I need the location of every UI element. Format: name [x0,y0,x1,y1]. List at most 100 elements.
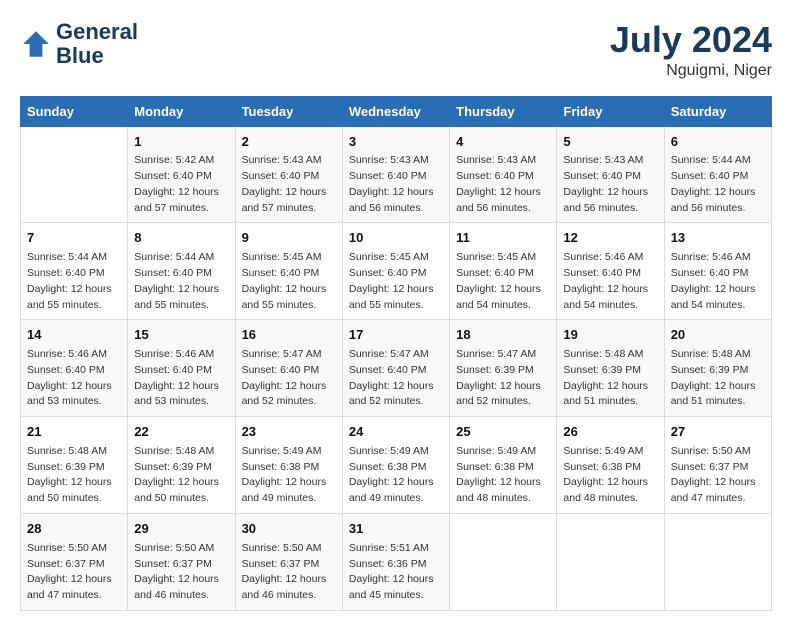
day-number: 23 [242,423,336,442]
calendar-cell: 6Sunrise: 5:44 AM Sunset: 6:40 PM Daylig… [664,126,771,223]
day-number: 21 [27,423,121,442]
day-number: 8 [134,229,228,248]
calendar-cell: 23 Sunrise: 5:49 AM Sunset: 6:38 PM Dayli… [235,417,342,514]
column-header-wednesday: Wednesday [342,96,449,126]
day-number: 26 [563,423,657,442]
day-number: 10 [349,229,443,248]
day-info: Sunrise: 5:50 AM Sunset: 6:37 PM Dayligh… [242,541,336,604]
calendar-cell: 1Sunrise: 5:42 AM Sunset: 6:40 PM Daylig… [128,126,235,223]
calendar-cell [21,126,128,223]
title-block: July 2024 Nguigmi, Niger [610,20,772,80]
column-header-monday: Monday [128,96,235,126]
calendar-cell: 18 Sunrise: 5:47 AM Sunset: 6:39 PM Dayli… [450,320,557,417]
calendar-cell: 31 Sunrise: 5:51 AM Sunset: 6:36 PM Dayli… [342,513,449,610]
day-number: 19 [563,326,657,345]
day-number: 31 [349,520,443,539]
day-number: 9 [242,229,336,248]
day-number: 1 [134,133,228,152]
day-number: 14 [27,326,121,345]
calendar-cell [450,513,557,610]
calendar-cell: 2Sunrise: 5:43 AM Sunset: 6:40 PM Daylig… [235,126,342,223]
column-header-friday: Friday [557,96,664,126]
day-info: Sunrise: 5:48 AM Sunset: 6:39 PM Dayligh… [563,347,657,410]
day-info: Sunrise: 5:43 AM Sunset: 6:40 PM Dayligh… [456,153,550,216]
day-info: Sunrise: 5:44 AM Sunset: 6:40 PM Dayligh… [671,153,765,216]
day-number: 22 [134,423,228,442]
day-info: Sunrise: 5:49 AM Sunset: 6:38 PM Dayligh… [563,444,657,507]
calendar-cell: 9 Sunrise: 5:45 AM Sunset: 6:40 PM Daylig… [235,223,342,320]
week-row-3: 14 Sunrise: 5:46 AM Sunset: 6:40 PM Dayli… [21,320,772,417]
calendar-cell: 3Sunrise: 5:43 AM Sunset: 6:40 PM Daylig… [342,126,449,223]
week-row-5: 28 Sunrise: 5:50 AM Sunset: 6:37 PM Dayli… [21,513,772,610]
calendar-cell: 29 Sunrise: 5:50 AM Sunset: 6:37 PM Dayli… [128,513,235,610]
calendar-cell: 21Sunrise: 5:48 AM Sunset: 6:39 PM Dayli… [21,417,128,514]
week-row-4: 21 Sunrise: 5:48 AM Sunset: 6:39 PM Dayli… [21,417,772,514]
day-info: Sunrise: 5:44 AM Sunset: 6:40 PM Dayligh… [134,250,228,313]
day-info: Sunrise: 5:46 AM Sunset: 6:40 PM Dayligh… [134,347,228,410]
day-info: Sunrise: 5:44 AM Sunset: 6:40 PM Dayligh… [27,250,121,313]
day-info: Sunrise: 5:46 AM Sunset: 6:40 PM Dayligh… [27,347,121,410]
location: Nguigmi, Niger [610,62,772,80]
day-info: Sunrise: 5:47 AM Sunset: 6:40 PM Dayligh… [242,347,336,410]
day-number: 29 [134,520,228,539]
logo-text: General Blue [56,20,138,68]
day-info: Sunrise: 5:48 AM Sunset: 6:39 PM Dayligh… [134,444,228,507]
day-info: Sunrise: 5:49 AM Sunset: 6:38 PM Dayligh… [349,444,443,507]
calendar-cell: 5Sunrise: 5:43 AM Sunset: 6:40 PM Daylig… [557,126,664,223]
calendar-cell: 24 Sunrise: 5:49 AM Sunset: 6:38 PM Dayli… [342,417,449,514]
day-number: 16 [242,326,336,345]
logo: General Blue [20,20,138,68]
calendar-cell [557,513,664,610]
calendar-cell: 28 Sunrise: 5:50 AM Sunset: 6:37 PM Dayli… [21,513,128,610]
calendar-cell: 11 Sunrise: 5:45 AM Sunset: 6:40 PM Dayli… [450,223,557,320]
calendar-cell: 22 Sunrise: 5:48 AM Sunset: 6:39 PM Dayli… [128,417,235,514]
day-info: Sunrise: 5:43 AM Sunset: 6:40 PM Dayligh… [242,153,336,216]
day-number: 4 [456,133,550,152]
day-number: 28 [27,520,121,539]
column-header-saturday: Saturday [664,96,771,126]
calendar-table: SundayMondayTuesdayWednesdayThursdayFrid… [20,96,772,611]
day-number: 24 [349,423,443,442]
day-info: Sunrise: 5:49 AM Sunset: 6:38 PM Dayligh… [242,444,336,507]
calendar-cell: 20Sunrise: 5:48 AM Sunset: 6:39 PM Dayli… [664,320,771,417]
day-info: Sunrise: 5:49 AM Sunset: 6:38 PM Dayligh… [456,444,550,507]
day-number: 27 [671,423,765,442]
day-number: 30 [242,520,336,539]
day-info: Sunrise: 5:45 AM Sunset: 6:40 PM Dayligh… [242,250,336,313]
day-number: 18 [456,326,550,345]
day-number: 11 [456,229,550,248]
day-info: Sunrise: 5:46 AM Sunset: 6:40 PM Dayligh… [563,250,657,313]
day-info: Sunrise: 5:46 AM Sunset: 6:40 PM Dayligh… [671,250,765,313]
day-number: 17 [349,326,443,345]
day-number: 13 [671,229,765,248]
calendar-cell: 13 Sunrise: 5:46 AM Sunset: 6:40 PM Dayli… [664,223,771,320]
logo-line2: Blue [56,43,104,68]
day-number: 5 [563,133,657,152]
day-info: Sunrise: 5:47 AM Sunset: 6:39 PM Dayligh… [456,347,550,410]
calendar-cell: 14 Sunrise: 5:46 AM Sunset: 6:40 PM Dayli… [21,320,128,417]
day-number: 6 [671,133,765,152]
calendar-cell: 19 Sunrise: 5:48 AM Sunset: 6:39 PM Dayli… [557,320,664,417]
day-number: 2 [242,133,336,152]
logo-icon [20,28,52,60]
day-info: Sunrise: 5:48 AM Sunset: 6:39 PM Dayligh… [671,347,765,410]
day-info: Sunrise: 5:45 AM Sunset: 6:40 PM Dayligh… [456,250,550,313]
day-number: 7 [27,229,121,248]
day-info: Sunrise: 5:50 AM Sunset: 6:37 PM Dayligh… [671,444,765,507]
calendar-cell: 16 Sunrise: 5:47 AM Sunset: 6:40 PM Dayli… [235,320,342,417]
day-number: 25 [456,423,550,442]
calendar-cell: 10 Sunrise: 5:45 AM Sunset: 6:40 PM Dayli… [342,223,449,320]
day-number: 12 [563,229,657,248]
day-info: Sunrise: 5:50 AM Sunset: 6:37 PM Dayligh… [27,541,121,604]
day-info: Sunrise: 5:51 AM Sunset: 6:36 PM Dayligh… [349,541,443,604]
calendar-cell: 25 Sunrise: 5:49 AM Sunset: 6:38 PM Dayli… [450,417,557,514]
calendar-cell: 27 Sunrise: 5:50 AM Sunset: 6:37 PM Dayli… [664,417,771,514]
calendar-cell: 7 Sunrise: 5:44 AM Sunset: 6:40 PM Daylig… [21,223,128,320]
day-number: 3 [349,133,443,152]
calendar-cell: 12 Sunrise: 5:46 AM Sunset: 6:40 PM Dayli… [557,223,664,320]
day-info: Sunrise: 5:45 AM Sunset: 6:40 PM Dayligh… [349,250,443,313]
logo-line1: General [56,19,138,44]
calendar-cell: 15Sunrise: 5:46 AM Sunset: 6:40 PM Dayli… [128,320,235,417]
day-info: Sunrise: 5:50 AM Sunset: 6:37 PM Dayligh… [134,541,228,604]
column-header-sunday: Sunday [21,96,128,126]
